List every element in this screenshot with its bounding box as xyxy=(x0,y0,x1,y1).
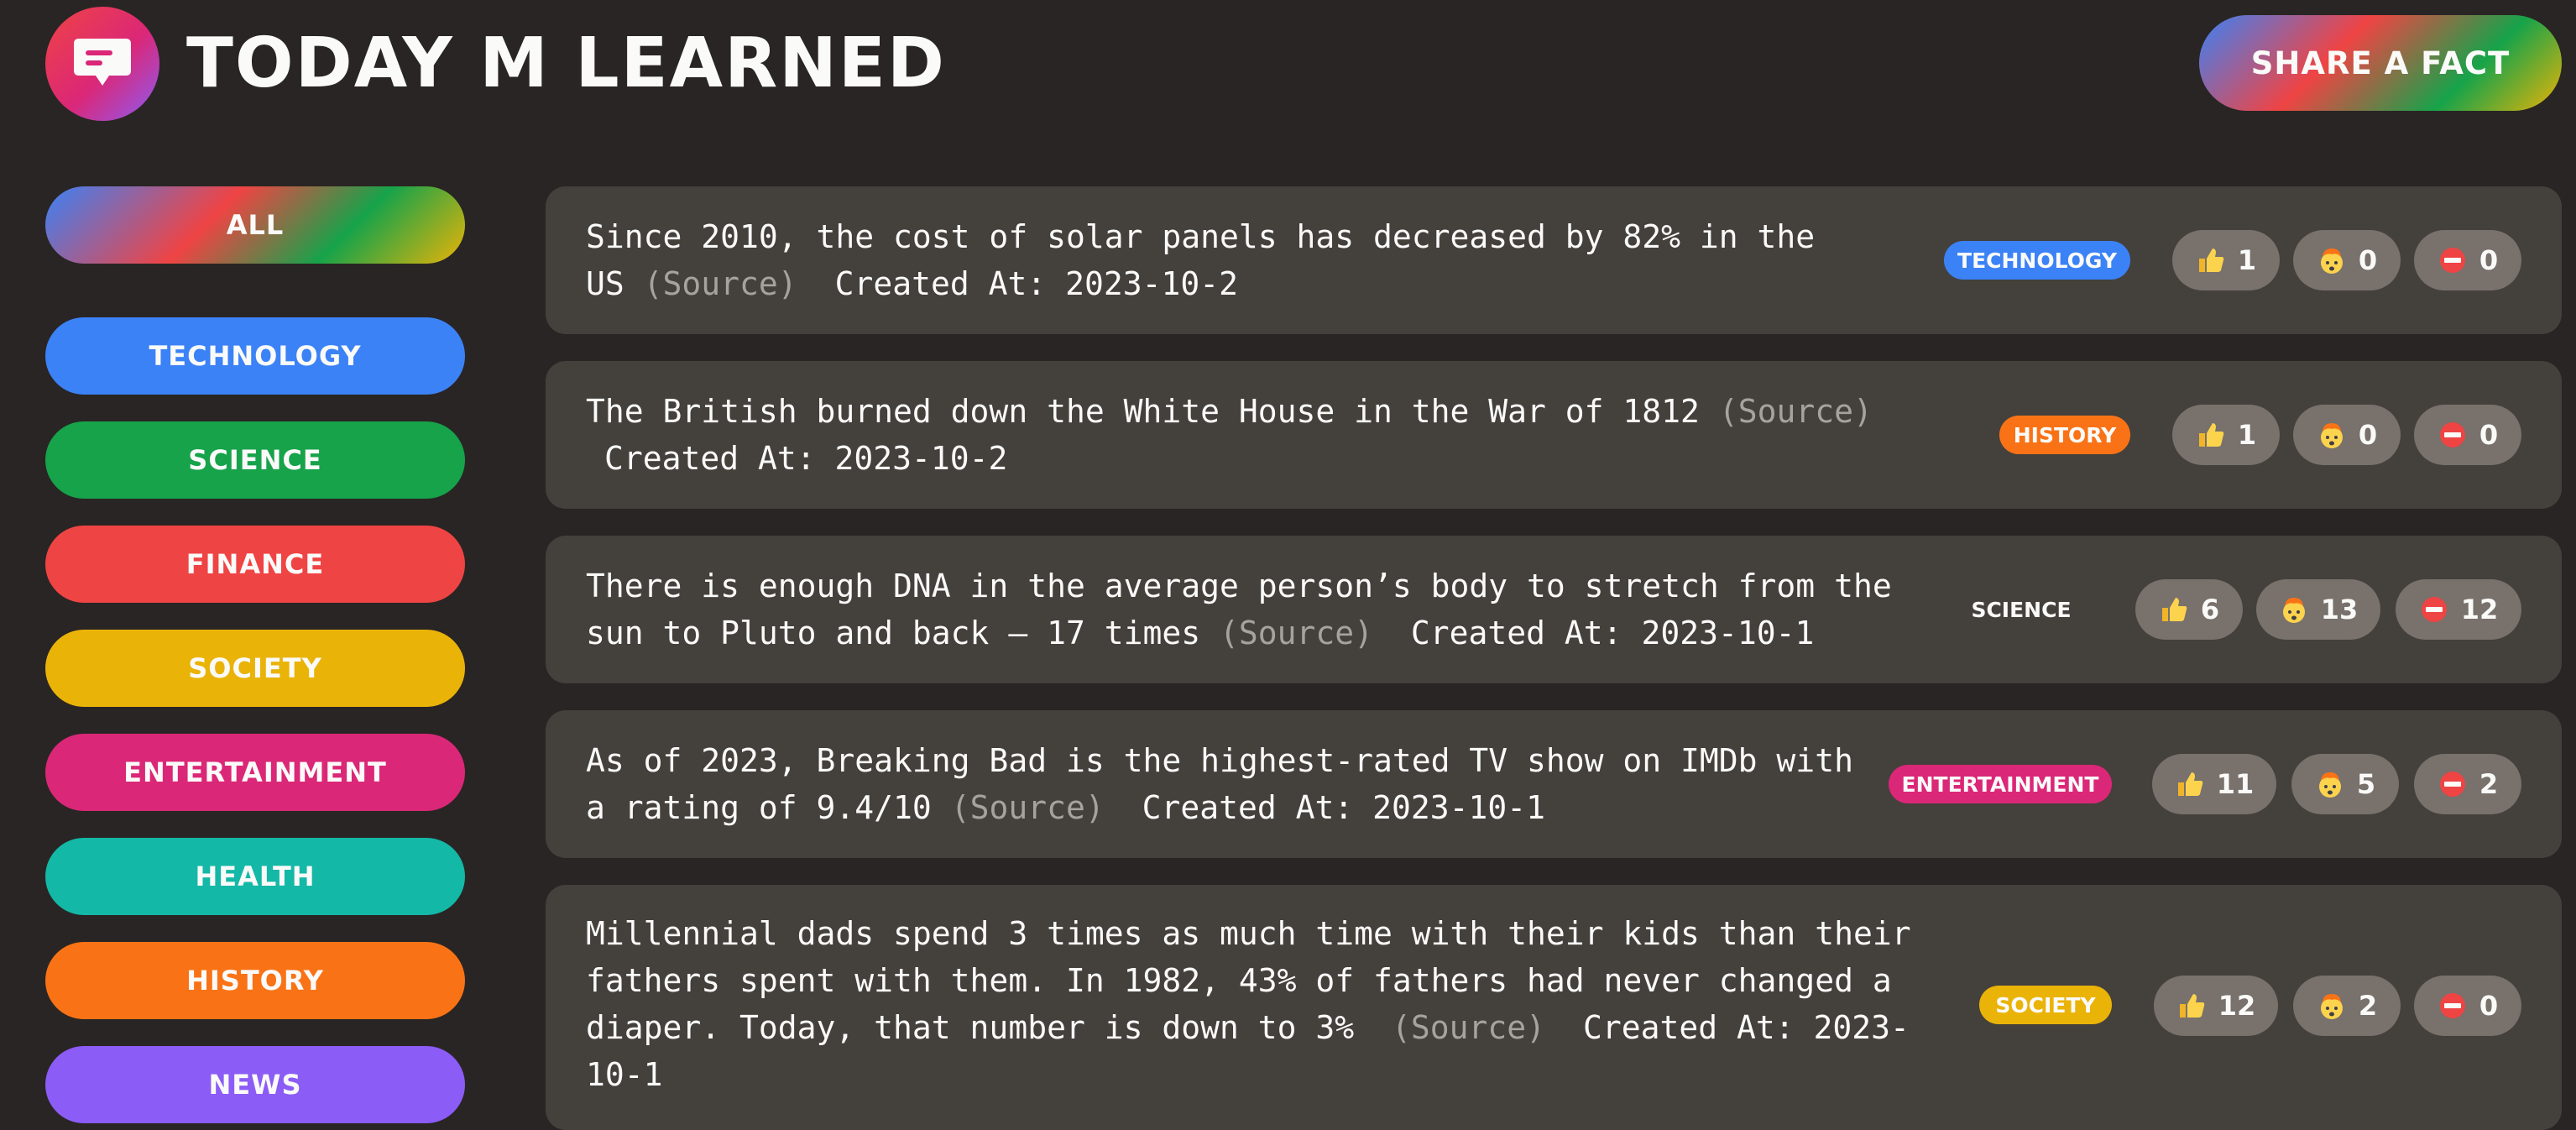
chat-bubble-icon xyxy=(69,30,136,97)
vote-count: 1 xyxy=(2237,419,2257,451)
vote-false-button[interactable]: 12 xyxy=(2396,579,2521,640)
fact-text-line: a rating of 9.4/10 xyxy=(586,789,932,826)
created-at-continued: 10-1 xyxy=(586,1056,663,1093)
source-link[interactable]: (Source) xyxy=(1719,393,1873,430)
share-a-fact-button[interactable]: SHARE A FACT xyxy=(2199,15,2562,111)
created-at: Created At: 2023- xyxy=(1582,1009,1910,1046)
mind-blown-icon xyxy=(2317,245,2347,275)
category-finance-button[interactable]: FINANCE xyxy=(45,526,465,603)
category-technology-button[interactable]: TECHNOLOGY xyxy=(45,317,465,395)
thumbs-up-icon xyxy=(2175,769,2205,799)
fact-text-line: As of 2023, Breaking Bad is the highest-… xyxy=(586,742,1853,779)
app-logo xyxy=(45,7,159,121)
no-entry-icon xyxy=(2438,991,2468,1021)
vote-mindblowing-button[interactable]: 5 xyxy=(2291,754,2399,814)
thumbs-up-icon xyxy=(2196,420,2226,450)
fact-text: As of 2023, Breaking Bad is the highest-… xyxy=(586,737,1878,831)
vote-count: 2 xyxy=(2358,990,2378,1022)
fact-item: There is enough DNA in the average perso… xyxy=(546,536,2562,683)
tag-technology: TECHNOLOGY xyxy=(1944,241,2130,280)
mind-blown-icon xyxy=(2315,769,2345,799)
no-entry-icon xyxy=(2438,245,2468,275)
category-society-button[interactable]: SOCIETY xyxy=(45,630,465,707)
created-at: Created At: 2023-10-2 xyxy=(834,265,1239,302)
thumbs-up-icon xyxy=(2196,245,2226,275)
tag-science: SCIENCE xyxy=(1959,590,2083,629)
vote-interesting-button[interactable]: 12 xyxy=(2154,976,2278,1036)
vote-false-button[interactable]: 0 xyxy=(2414,230,2521,290)
tag-entertainment: ENTERTAINMENT xyxy=(1889,765,2112,803)
app-title: TODAY M LEARNED xyxy=(186,24,946,103)
created-at: Created At: 2023-10-2 xyxy=(604,440,1008,477)
vote-interesting-button[interactable]: 1 xyxy=(2172,405,2280,465)
fact-text-line: There is enough DNA in the average perso… xyxy=(586,568,1892,604)
category-health-button[interactable]: HEALTH xyxy=(45,838,465,915)
fact-item: Millennial dads spend 3 times as much ti… xyxy=(546,885,2562,1130)
fact-item: Since 2010, the cost of solar panels has… xyxy=(546,186,2562,334)
vote-count: 1 xyxy=(2237,244,2257,276)
vote-count: 12 xyxy=(2460,594,2499,625)
fact-text-line: Since 2010, the cost of solar panels has… xyxy=(586,218,1816,255)
vote-count: 0 xyxy=(2479,244,2499,276)
vote-interesting-button[interactable]: 1 xyxy=(2172,230,2280,290)
vote-count: 11 xyxy=(2216,768,2255,800)
mind-blown-icon xyxy=(2317,991,2347,1021)
vote-count: 2 xyxy=(2479,768,2499,800)
vote-count: 0 xyxy=(2479,419,2499,451)
thumbs-up-icon xyxy=(2159,594,2189,625)
created-at: Created At: 2023-10-1 xyxy=(1142,789,1546,826)
fact-text: Millennial dads spend 3 times as much ti… xyxy=(586,910,1946,1098)
category-history-button[interactable]: HISTORY xyxy=(45,942,465,1019)
fact-text-line: The British burned down the White House … xyxy=(586,393,1700,430)
vote-count: 0 xyxy=(2479,990,2499,1022)
vote-mindblowing-button[interactable]: 0 xyxy=(2293,405,2401,465)
fact-text-line: Millennial dads spend 3 times as much ti… xyxy=(586,915,1911,952)
source-link[interactable]: (Source) xyxy=(1220,615,1373,651)
fact-text: The British burned down the White House … xyxy=(586,388,1895,482)
no-entry-icon xyxy=(2419,594,2449,625)
fact-text-line: diaper. Today, that number is down to 3% xyxy=(586,1009,1355,1046)
source-link[interactable]: (Source) xyxy=(1392,1009,1545,1046)
vote-mindblowing-button[interactable]: 13 xyxy=(2256,579,2380,640)
created-at: Created At: 2023-10-1 xyxy=(1410,615,1815,651)
no-entry-icon xyxy=(2438,420,2468,450)
vote-count: 0 xyxy=(2358,419,2378,451)
source-link[interactable]: (Source) xyxy=(951,789,1105,826)
category-science-button[interactable]: SCIENCE xyxy=(45,421,465,499)
no-entry-icon xyxy=(2438,769,2468,799)
category-news-button[interactable]: NEWS xyxy=(45,1046,465,1123)
vote-false-button[interactable]: 0 xyxy=(2414,976,2521,1036)
fact-text-line: US xyxy=(586,265,624,302)
fact-text-line: sun to Pluto and back — 17 times xyxy=(586,615,1201,651)
vote-mindblowing-button[interactable]: 2 xyxy=(2293,976,2401,1036)
fact-item: The British burned down the White House … xyxy=(546,361,2562,509)
vote-count: 6 xyxy=(2200,594,2220,625)
vote-count: 13 xyxy=(2320,594,2359,625)
vote-count: 0 xyxy=(2358,244,2378,276)
vote-mindblowing-button[interactable]: 0 xyxy=(2293,230,2401,290)
vote-interesting-button[interactable]: 6 xyxy=(2135,579,2243,640)
mind-blown-icon xyxy=(2279,594,2309,625)
tag-history: HISTORY xyxy=(1999,416,2130,454)
category-entertainment-button[interactable]: ENTERTAINMENT xyxy=(45,734,465,811)
tag-society: SOCIETY xyxy=(1979,986,2112,1024)
fact-text: Since 2010, the cost of solar panels has… xyxy=(586,213,1845,307)
mind-blown-icon xyxy=(2317,420,2347,450)
fact-item: As of 2023, Breaking Bad is the highest-… xyxy=(546,710,2562,858)
vote-false-button[interactable]: 2 xyxy=(2414,754,2521,814)
category-all-button[interactable]: ALL xyxy=(45,186,465,264)
vote-count: 12 xyxy=(2218,990,2256,1022)
vote-interesting-button[interactable]: 11 xyxy=(2152,754,2276,814)
vote-false-button[interactable]: 0 xyxy=(2414,405,2521,465)
vote-count: 5 xyxy=(2356,768,2376,800)
fact-text-line: fathers spent with them. In 1982, 43% of… xyxy=(586,962,1892,999)
thumbs-up-icon xyxy=(2176,991,2207,1021)
source-link[interactable]: (Source) xyxy=(644,265,797,302)
fact-text: There is enough DNA in the average perso… xyxy=(586,562,1929,657)
